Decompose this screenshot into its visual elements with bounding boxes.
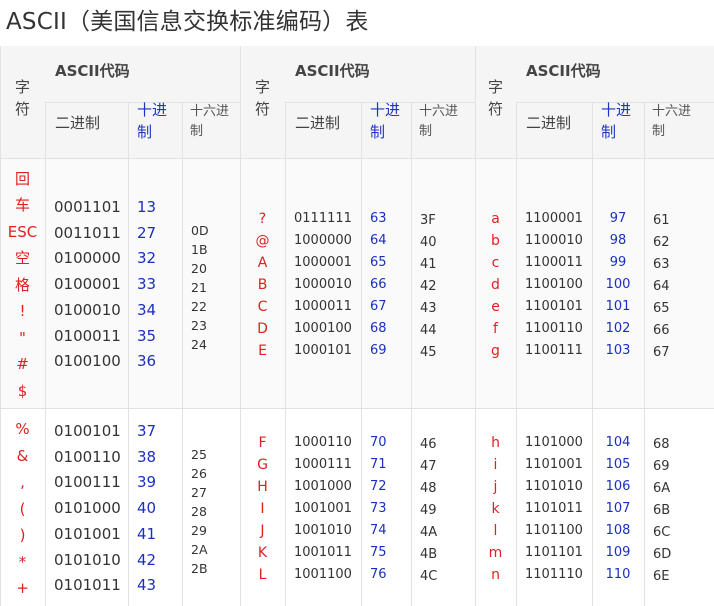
row-divider	[0, 408, 714, 409]
char-list: F G H I J K L	[257, 435, 268, 583]
binary-list: 0100101 0100110 0100111 0101000 0101001 …	[54, 422, 121, 595]
header-char: 字 符	[254, 78, 270, 118]
header-char: 字 符	[487, 78, 503, 118]
char-list: ? @ A B C D E	[255, 211, 270, 359]
column-divider	[516, 102, 517, 606]
header-binary: 二进制	[526, 114, 572, 132]
column-divider	[182, 102, 183, 606]
binary-list: 0111111 1000000 1000001 1000010 1000011 …	[294, 211, 352, 358]
decimal-list: 104 105 106 107 108 109 110	[605, 435, 631, 582]
hex-list: 25 26 27 28 29 2A 2B	[191, 446, 208, 576]
header-decimal: 十进 制	[137, 101, 168, 141]
char-list: a b c d e f g	[491, 211, 500, 359]
column-divider	[361, 102, 362, 606]
decimal-list: 13 27 32 33 34 35 36	[137, 198, 157, 371]
hex-list: 3F 40 41 42 43 44 45	[420, 213, 437, 360]
page-title: ASCII（美国信息交换标准编码）表	[6, 9, 369, 35]
column-divider	[592, 102, 593, 606]
header-decimal: 十进 制	[370, 101, 401, 141]
hex-list: 68 69 6A 6B 6C 6D 6E	[653, 437, 672, 584]
hex-list: 46 47 48 49 4A 4B 4C	[420, 437, 438, 584]
header-binary: 二进制	[55, 114, 101, 132]
decimal-list: 37 38 39 40 41 42 43	[137, 422, 157, 595]
header-hex: 十六进 制	[190, 104, 230, 139]
column-divider	[644, 102, 645, 606]
header-ascii-code: ASCII代码	[295, 62, 370, 80]
char-list: h i j k l m n	[488, 435, 503, 583]
binary-list: 1101000 1101001 1101010 1101011 1101100 …	[525, 435, 583, 582]
char-list: % & , ( ) * +	[15, 420, 30, 598]
ascii-table: 字 符 ASCII代码 二进制 十进 制十六进 制字 符 ASCII代码 二进制 十进 制十…	[0, 46, 714, 606]
binary-list: 1000110 1000111 1001000 1001001 1001010 …	[294, 435, 352, 582]
column-divider	[128, 102, 129, 606]
hex-list: 61 62 63 64 65 66 67	[653, 213, 670, 360]
header-ascii-code: ASCII代码	[55, 62, 130, 80]
binary-list: 1100001 1100010 1100011 1100100 1100101 …	[525, 211, 583, 358]
char-list: 回 车 ESC 空 格 ! " # $	[7, 169, 38, 400]
row-divider	[0, 158, 714, 159]
header-ascii-code: ASCII代码	[526, 62, 601, 80]
header-hex: 十六进 制	[419, 104, 459, 139]
header-hex: 十六进 制	[652, 104, 692, 139]
decimal-list: 70 71 72 73 74 75 76	[370, 435, 387, 582]
header-binary: 二进制	[295, 114, 341, 132]
hex-list: 0D 1B 20 21 22 23 24	[191, 222, 209, 352]
decimal-list: 97 98 99 100 101 102 103	[605, 211, 631, 358]
column-divider	[45, 102, 46, 606]
decimal-list: 63 64 65 66 67 68 69	[370, 211, 387, 358]
header-decimal: 十进 制	[601, 101, 632, 141]
binary-list: 0001101 0011011 0100000 0100001 0100010 …	[54, 198, 121, 371]
header-char: 字 符	[14, 78, 30, 118]
column-divider	[411, 102, 412, 606]
column-divider	[285, 102, 286, 606]
